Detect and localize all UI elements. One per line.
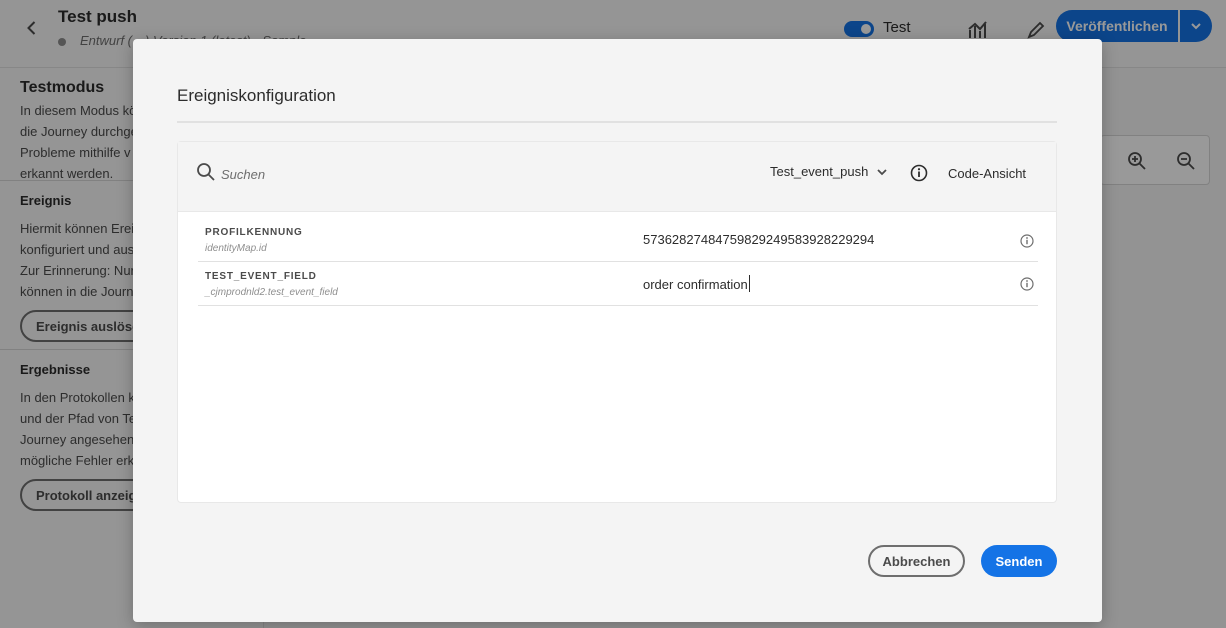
- dialog-title: Ereigniskonfiguration: [177, 86, 336, 105]
- field-path: identityMap.id: [205, 243, 267, 254]
- code-view-button[interactable]: Code-Ansicht: [948, 166, 1026, 181]
- info-icon[interactable]: [910, 164, 928, 182]
- search-input[interactable]: [221, 164, 421, 184]
- event-fields-card: Test_event_push Code-Ansicht PROFILKENNU…: [177, 141, 1057, 503]
- field-label: PROFILKENNUNG: [205, 227, 303, 238]
- event-select-dropdown[interactable]: Test_event_push: [770, 164, 888, 179]
- cancel-button[interactable]: Abbrechen: [868, 545, 965, 577]
- info-icon[interactable]: [1020, 277, 1034, 291]
- event-select-value: Test_event_push: [770, 164, 869, 179]
- dialog-divider: [177, 121, 1057, 123]
- field-value-input[interactable]: order confirmation: [643, 275, 750, 292]
- send-button[interactable]: Senden: [981, 545, 1057, 577]
- text-caret: [748, 275, 750, 292]
- search-icon: [196, 162, 216, 182]
- event-configuration-dialog: Ereigniskonfiguration Test_event_push Co…: [133, 39, 1102, 622]
- info-icon[interactable]: [1020, 234, 1034, 248]
- chevron-down-icon: [877, 168, 887, 175]
- fields-toolbar: Test_event_push Code-Ansicht: [178, 142, 1056, 212]
- field-label: TEST_EVENT_FIELD: [205, 271, 317, 282]
- field-row: TEST_EVENT_FIELD _cjmprodnld2.test_event…: [198, 262, 1038, 306]
- field-row: PROFILKENNUNG identityMap.id 57362827484…: [198, 218, 1038, 262]
- field-path: _cjmprodnld2.test_event_field: [205, 287, 338, 298]
- field-value-text: order confirmation: [643, 277, 748, 292]
- field-value-input[interactable]: 57362827484759829249583928229294: [643, 232, 874, 247]
